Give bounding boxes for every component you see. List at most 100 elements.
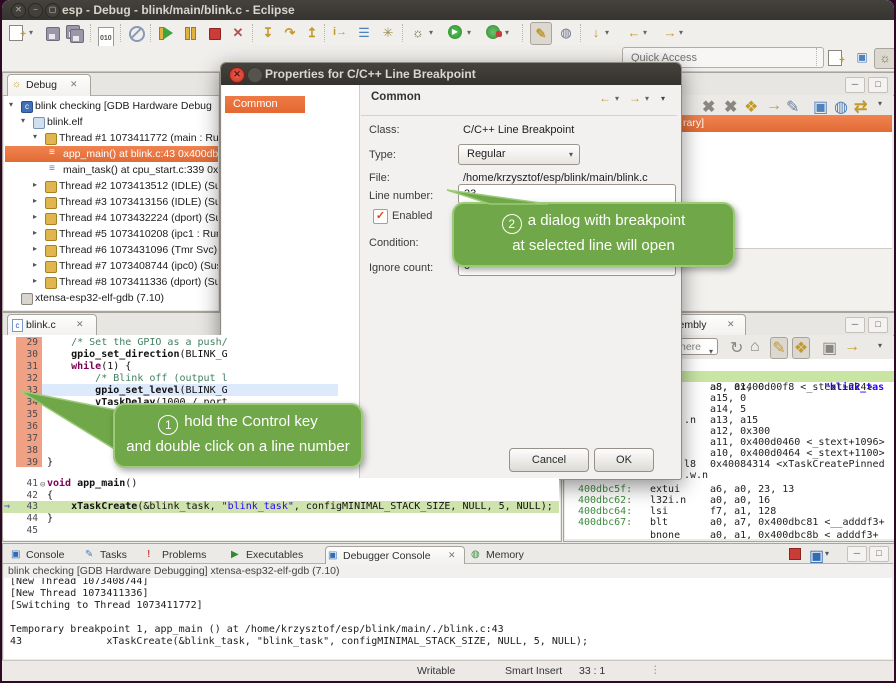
maximize-view-button[interactable]: □ (868, 77, 888, 93)
ok-button[interactable]: OK (594, 448, 654, 472)
swap-icon[interactable]: ⇄ (854, 97, 867, 117)
code-line-32[interactable]: 32 /* Blink off (output l (3, 373, 339, 385)
tab-memory[interactable]: ◍Memory (469, 546, 535, 565)
display-console-icon[interactable]: ▣ (809, 546, 824, 566)
back-nav-icon[interactable]: ← (599, 91, 611, 105)
code-line-45[interactable]: 45 (3, 525, 559, 537)
tab-executables[interactable]: ▶Executables (229, 546, 317, 565)
enabled-checkbox[interactable]: ✓ (373, 209, 388, 224)
tree-row-thread1[interactable]: ▾ Thread #1 1073411772 (main : Runn (5, 130, 218, 146)
tree-row-thread2[interactable]: ▸ Thread #2 1073413512 (IDLE) (Susp (5, 178, 218, 194)
back-dropdown[interactable]: ▾ (640, 22, 650, 43)
console-output[interactable]: [New Thread 1073408744] [New Thread 1073… (4, 578, 892, 659)
forward-dropdown[interactable]: ▾ (676, 22, 686, 43)
editor-code-bottom[interactable]: 41⊖void app_main() 42{ ⇒43 xTaskCreate(&… (3, 478, 559, 538)
expander-icon[interactable]: ▸ (33, 260, 37, 269)
cpp-perspective-button[interactable]: ▣ (852, 48, 872, 67)
cancel-button[interactable]: Cancel (509, 448, 589, 472)
new-wizard-dropdown[interactable]: ▾ (26, 22, 36, 43)
close-tab-icon[interactable]: ✕ (76, 319, 84, 330)
tree-row-app-main-frame[interactable]: ≡ app_main() at blink.c:43 0x400db (5, 146, 218, 162)
debug-dropdown[interactable]: ▾ (426, 22, 436, 43)
refresh-icon[interactable]: ↻ (730, 338, 743, 358)
expander-icon[interactable]: ▾ (9, 100, 13, 109)
line-number[interactable]: 44 (18, 513, 38, 525)
save-all-button[interactable] (64, 22, 84, 43)
profile-dropdown[interactable]: ▾ (502, 22, 512, 43)
line-number[interactable]: 32 (18, 373, 38, 385)
minimize-view-button[interactable]: ─ (847, 546, 867, 562)
sync-context-toggle[interactable]: ❖ (792, 337, 810, 359)
code-line-43[interactable]: ⇒43 xTaskCreate(&blink_task, "blink_task… (3, 501, 559, 513)
forward-nav-icon[interactable]: → (629, 91, 641, 105)
view-menu-icon[interactable]: ▾ (661, 94, 665, 103)
show-source-toggle[interactable]: ✎ (770, 337, 788, 359)
run-button[interactable]: ▶ (446, 22, 466, 43)
window-maximize-button[interactable]: ▢ (45, 3, 60, 18)
forward-nav-dropdown[interactable]: ▾ (645, 94, 655, 103)
expander-icon[interactable]: ▸ (33, 180, 37, 189)
expander-icon[interactable]: ▾ (33, 132, 37, 141)
dialog-window-button[interactable] (247, 67, 263, 83)
type-combo[interactable]: Regular ▾ (458, 144, 580, 165)
new-wizard-button[interactable] (6, 22, 26, 43)
terminate-button[interactable] (204, 22, 224, 43)
expander-icon[interactable]: ▸ (33, 196, 37, 205)
tab-debugger-console[interactable]: ▣Debugger Console✕ (325, 546, 465, 566)
last-edit-dropdown[interactable]: ▾ (602, 22, 612, 43)
maximize-view-button[interactable]: □ (868, 317, 888, 333)
load-symbols-icon[interactable]: ❖ (744, 97, 758, 117)
code-line-31[interactable]: 31 while(1) { (3, 361, 339, 373)
close-tab-icon[interactable]: ✕ (70, 79, 78, 90)
save-button[interactable] (42, 22, 62, 43)
step-return-button[interactable]: ↥ (302, 22, 322, 43)
expander-icon[interactable]: ▸ (33, 244, 37, 253)
profile-button[interactable] (484, 22, 504, 43)
terminate-console-icon[interactable] (789, 548, 801, 560)
instruction-stepping-button[interactable]: i→ (330, 22, 350, 43)
tree-row-thread5[interactable]: ▸ Thread #5 1073410208 (ipc1 : Runni (5, 226, 218, 242)
instruction-pointer-icon[interactable]: ⇒ (4, 501, 10, 513)
collapse-all-icon[interactable]: ◍ (834, 97, 848, 117)
tree-row-thread4[interactable]: ▸ Thread #4 1073432224 (dport) (Sus (5, 210, 218, 226)
tab-problems[interactable]: !Problems (145, 546, 221, 565)
disconnect-button[interactable]: ✕ (228, 22, 248, 43)
step-filters-button[interactable]: ☰ (354, 22, 374, 43)
expander-icon[interactable]: ▸ (33, 276, 37, 285)
code-line-29[interactable]: 29 /* Set the GPIO as a push/ (3, 337, 339, 349)
code-line-44[interactable]: 44} (3, 513, 559, 525)
mark-occurrences-toggle[interactable]: ✎ (530, 22, 552, 45)
binary-button[interactable]: 010 (96, 22, 116, 43)
tree-row-thread6[interactable]: ▸ Thread #6 1073431096 (Tmr Svc) (S (5, 242, 218, 258)
code-line-30[interactable]: 30 gpio_set_direction(BLINK_G (3, 349, 339, 361)
line-number[interactable]: 43 (18, 501, 38, 513)
line-number[interactable]: 30 (18, 349, 38, 361)
line-number[interactable]: 45 (18, 525, 38, 537)
suspend-button[interactable] (180, 22, 200, 43)
tree-row-main-task-frame[interactable]: ≡ main_task() at cpu_start.c:339 0x4 (5, 162, 218, 178)
view-menu-icon[interactable]: ▾ (878, 341, 882, 350)
debug-perspective-button[interactable]: ☼ (874, 48, 894, 69)
close-tab-icon[interactable]: ✕ (727, 319, 735, 330)
close-tab-icon[interactable]: ✕ (448, 550, 456, 561)
step-over-button[interactable]: ↷ (280, 22, 300, 43)
expander-icon[interactable]: ▾ (21, 116, 25, 125)
maximize-view-button[interactable]: □ (869, 546, 889, 562)
line-number[interactable]: 31 (18, 361, 38, 373)
tree-row-elf[interactable]: ▾ blink.elf (5, 114, 218, 130)
run-dropdown[interactable]: ▾ (464, 22, 474, 43)
skip-breakpoints-button[interactable] (126, 22, 146, 43)
minimize-view-button[interactable]: ─ (845, 317, 865, 333)
back-nav-dropdown[interactable]: ▾ (615, 94, 625, 103)
tab-debug[interactable]: ☼ Debug ✕ (7, 74, 91, 96)
goto-module-icon[interactable]: → (766, 97, 782, 115)
tree-row-launch[interactable]: ▾ c blink checking [GDB Hardware Debug (5, 98, 218, 114)
remove-module-icon[interactable]: ✖ (702, 97, 715, 117)
dialog-tab-common[interactable]: Common (225, 96, 305, 113)
expander-icon[interactable]: ▸ (33, 212, 37, 221)
window-close-button[interactable]: ✕ (11, 3, 26, 18)
tree-row-thread3[interactable]: ▸ Thread #3 1073413156 (IDLE) (Susp (5, 194, 218, 210)
console-dropdown[interactable]: ▾ (825, 549, 829, 558)
line-number[interactable]: 41 (18, 478, 38, 490)
step-into-button[interactable]: ↧ (258, 22, 278, 43)
